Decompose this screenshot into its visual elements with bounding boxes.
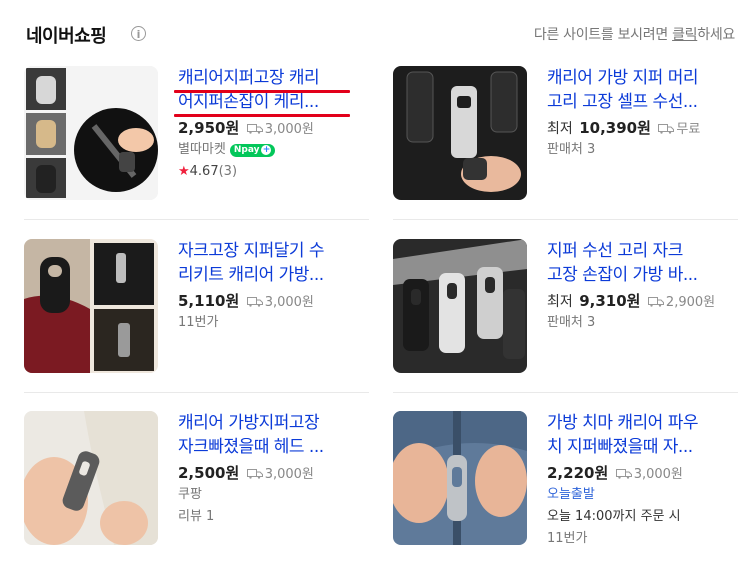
product-title-line2[interactable]: 고리 고장 셀프 수선...: [547, 90, 737, 114]
truck-icon: [647, 297, 664, 307]
seller-count[interactable]: 판매처 3: [547, 139, 737, 161]
shipping-fee: 3,000원: [246, 467, 314, 482]
shopping-header: 네이버쇼핑 i 다른 사이트를 보시려면 클릭하세요: [0, 0, 747, 62]
product-title-line2[interactable]: 리키트 캐리어 가방...: [178, 263, 368, 287]
seller-name[interactable]: 쿠팡: [178, 484, 368, 506]
price-row: 최저 9,310원 2,900원: [547, 290, 737, 312]
highlight-underline: [174, 90, 350, 93]
truck-icon: [246, 124, 263, 134]
product-title-line2[interactable]: 어지퍼손잡이 케리...: [178, 90, 368, 114]
rating-value: 4.67: [189, 164, 219, 179]
product-image[interactable]: [24, 411, 158, 545]
info-icon[interactable]: i: [131, 26, 146, 41]
npay-badge: Npay +: [229, 144, 276, 157]
product-card[interactable]: 캐리어 가방 지퍼 머리 고리 고장 셀프 수선... 최저 10,390원 무…: [393, 66, 738, 206]
product-card[interactable]: 자크고장 지퍼달기 수 리키트 캐리어 가방... 5,110원 3,000원 …: [24, 239, 369, 379]
section-title: 네이버쇼핑: [26, 26, 107, 47]
product-price: 2,500원: [178, 464, 240, 482]
click-link[interactable]: 클릭: [672, 27, 697, 43]
price-row: 2,220원 3,000원: [547, 462, 737, 484]
shipping-fee: 3,000원: [246, 122, 314, 137]
product-title-line2[interactable]: 자크빠졌을때 헤드 ...: [178, 435, 368, 459]
product-price: 9,310원: [579, 292, 641, 310]
price-row: 최저 10,390원 무료: [547, 117, 737, 139]
row-divider: [24, 392, 369, 393]
other-site-notice: 다른 사이트를 보시려면 클릭하세요: [533, 27, 735, 43]
truck-icon: [246, 297, 263, 307]
product-card[interactable]: 지퍼 수선 고리 자크 고장 손잡이 가방 바... 최저 9,310원 2,9…: [393, 239, 738, 379]
truck-icon: [246, 469, 263, 479]
price-prefix: 최저: [547, 121, 573, 137]
product-title-line1[interactable]: 지퍼 수선 고리 자크: [547, 239, 737, 263]
product-image[interactable]: [393, 66, 527, 200]
product-image[interactable]: [24, 239, 158, 373]
shipping-fee: 3,000원: [246, 295, 314, 310]
truck-icon: [658, 124, 675, 134]
star-icon: ★: [178, 164, 190, 179]
price-row: 2,500원 3,000원: [178, 462, 368, 484]
price-row: 2,950원 3,000원: [178, 117, 368, 139]
seller-name[interactable]: 11번가: [547, 528, 737, 550]
rating-row: ★4.67(3): [178, 161, 368, 183]
row-divider: [24, 219, 369, 220]
product-image[interactable]: [24, 66, 158, 200]
row-divider: [393, 219, 738, 220]
product-card[interactable]: 가방 치마 캐리어 파우 치 지퍼빠졌을때 자... 2,220원 3,000원…: [393, 411, 738, 561]
seller-name[interactable]: 11번가: [178, 312, 368, 334]
product-card[interactable]: 캐리어지퍼고장 캐리 어지퍼손잡이 케리... 2,950원 3,000원 별따…: [24, 66, 369, 206]
product-title-line2[interactable]: 치 지퍼빠졌을때 자...: [547, 435, 737, 459]
product-title-line1[interactable]: 캐리어 가방지퍼고장: [178, 411, 368, 435]
rating-count: (3): [218, 164, 238, 179]
product-title-line2[interactable]: 고장 손잡이 가방 바...: [547, 263, 737, 287]
seller-row: 별따마켓 Npay +: [178, 139, 368, 161]
highlight-underline: [174, 114, 350, 117]
product-image[interactable]: [393, 411, 527, 545]
product-price: 10,390원: [579, 119, 651, 137]
product-price: 2,950원: [178, 119, 240, 137]
product-title-line1[interactable]: 자크고장 지퍼달기 수: [178, 239, 368, 263]
row-divider: [393, 392, 738, 393]
review-count[interactable]: 리뷰 1: [178, 506, 368, 528]
product-title-line1[interactable]: 캐리어지퍼고장 캐리: [178, 66, 368, 90]
seller-name[interactable]: 별따마켓: [178, 142, 226, 157]
shipping-fee: 2,900원: [647, 295, 715, 310]
product-price: 5,110원: [178, 292, 240, 310]
product-image[interactable]: [393, 239, 527, 373]
truck-icon: [615, 469, 632, 479]
shipping-fee: 무료: [658, 122, 700, 137]
order-deadline: 오늘 14:00까지 주문 시: [547, 509, 681, 524]
seller-count[interactable]: 판매처 3: [547, 312, 737, 334]
price-row: 5,110원 3,000원: [178, 290, 368, 312]
today-delivery-badge: 오늘출발: [547, 487, 595, 502]
price-prefix: 최저: [547, 294, 573, 310]
shipping-fee: 3,000원: [615, 467, 683, 482]
product-card[interactable]: 캐리어 가방지퍼고장 자크빠졌을때 헤드 ... 2,500원 3,000원 쿠…: [24, 411, 369, 561]
product-price: 2,220원: [547, 464, 609, 482]
product-title-line1[interactable]: 가방 치마 캐리어 파우: [547, 411, 737, 435]
product-title-line1[interactable]: 캐리어 가방 지퍼 머리: [547, 66, 737, 90]
